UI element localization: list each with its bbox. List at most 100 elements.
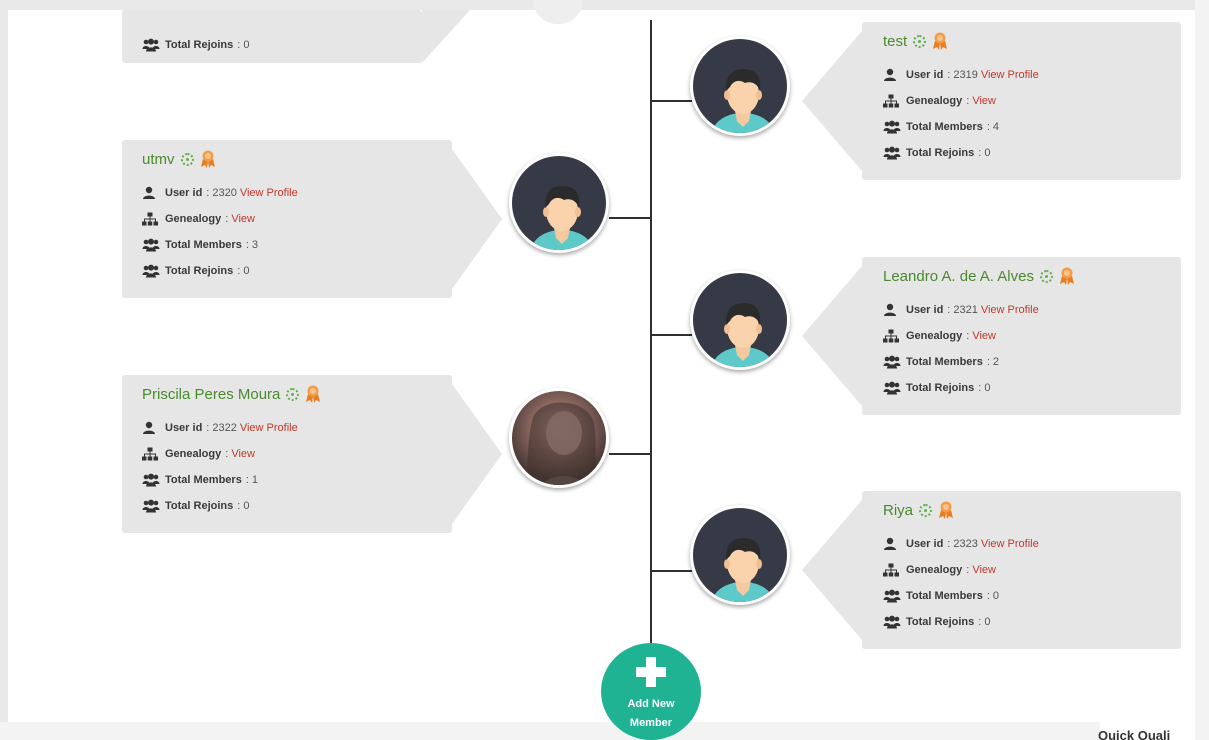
total-members-row: Total Members : 2 [883,349,1161,375]
member-name-row: Leandro A. de A. Alves [883,267,1161,285]
total-members-row: Total Members : 1 [142,467,432,493]
genealogy-row: Genealogy : View [883,557,1161,583]
total-rejoins-label: Total Rejoins [165,265,234,277]
user-id-value: 2321 [953,304,978,316]
avatar-priscila-photo[interactable] [509,388,609,488]
member-name: Riya [883,501,914,519]
user-icon [142,186,162,200]
connector-leandro [652,334,692,336]
genealogy-view-link[interactable]: View [972,330,996,342]
avatar-riya[interactable] [690,505,790,605]
total-rejoins-value: 0 [984,382,991,394]
users-icon [883,146,903,160]
add-new-member-button[interactable]: Add New Member [601,643,701,740]
total-rejoins-row: Total Rejoins : 0 [142,258,432,284]
award-badge-icon [932,32,948,50]
genealogy-view-link[interactable]: View [972,95,996,107]
online-status-icon [913,34,927,48]
user-id-value: 2320 [212,187,237,199]
separator: : [245,474,249,486]
genealogy-label: Genealogy [906,95,963,107]
sitemap-icon [142,212,162,226]
total-members-value: 2 [992,356,999,368]
genealogy-view-link[interactable]: View [231,448,255,460]
sitemap-icon [883,329,903,343]
user-id-label: User id [165,422,203,434]
separator: : [986,590,990,602]
users-icon [883,589,903,603]
users-icon [142,238,162,252]
frame-edge-right [1195,0,1209,740]
default-avatar-icon [693,273,790,370]
user-id-value: 2319 [953,69,978,81]
users-icon [883,615,903,629]
genealogy-label: Genealogy [906,564,963,576]
sitemap-icon [883,94,903,108]
avatar-leandro[interactable] [690,270,790,370]
total-rejoins-value: 0 [243,265,250,277]
avatar-test[interactable] [690,36,790,136]
separator: : [245,239,249,251]
separator: : [978,382,982,394]
view-profile-link[interactable]: View Profile [981,304,1039,316]
award-badge-icon [938,501,954,519]
user-id-label: User id [906,538,944,550]
total-rejoins-value: 0 [243,39,250,51]
view-profile-link[interactable]: View Profile [240,187,298,199]
separator: : [966,95,970,107]
total-rejoins-value: 0 [984,147,991,159]
separator: : [225,448,229,460]
genealogy-view-link[interactable]: View [231,213,255,225]
default-avatar-icon [693,508,790,605]
award-badge-icon [200,150,216,168]
genealogy-view-link[interactable]: View [972,564,996,576]
online-status-icon [1039,269,1053,283]
member-card-riya: Riya User id : 2323 View Profile Genealo… [862,491,1181,649]
connector-priscila [609,453,650,455]
user-icon [883,68,903,82]
total-rejoins-row: Total Rejoins : 0 [883,140,1161,166]
user-icon [142,421,162,435]
users-icon [883,381,903,395]
award-badge-icon [305,385,321,403]
member-name-row: Priscila Peres Moura [142,385,432,403]
total-rejoins-label: Total Rejoins [165,500,234,512]
separator: : [237,39,241,51]
view-profile-link[interactable]: View Profile [240,422,298,434]
online-status-icon [286,387,300,401]
view-profile-link[interactable]: View Profile [981,538,1039,550]
total-members-label: Total Members [165,474,242,486]
default-avatar-icon [512,156,609,253]
genealogy-row: Genealogy : View [142,441,432,467]
separator: : [237,265,241,277]
member-name-row: Riya [883,501,1161,519]
total-members-label: Total Members [906,356,983,368]
separator: : [947,538,951,550]
view-profile-link[interactable]: View Profile [981,69,1039,81]
default-avatar-icon [693,39,790,136]
user-id-row: User id : 2323 View Profile [883,531,1161,557]
add-new-member-line2: Member [629,717,673,729]
total-rejoins-label: Total Rejoins [165,39,234,51]
online-status-icon [919,503,933,517]
user-id-row: User id : 2322 View Profile [142,415,432,441]
total-rejoins-label: Total Rejoins [906,616,975,628]
user-id-label: User id [906,304,944,316]
users-icon [142,264,162,278]
users-icon [883,355,903,369]
separator: : [966,330,970,342]
frame-edge-top [0,0,1209,10]
genealogy-label: Genealogy [165,448,222,460]
separator: : [206,187,210,199]
total-rejoins-row: Total Rejoins : 0 [142,493,432,519]
users-icon [142,473,162,487]
user-icon [883,303,903,317]
total-rejoins-value: 0 [984,616,991,628]
online-status-icon [180,152,194,166]
total-members-label: Total Members [165,239,242,251]
avatar-utmv[interactable] [509,153,609,253]
plus-icon [634,655,668,689]
separator: : [966,564,970,576]
genealogy-label: Genealogy [906,330,963,342]
user-id-row: User id : 2319 View Profile [883,62,1161,88]
